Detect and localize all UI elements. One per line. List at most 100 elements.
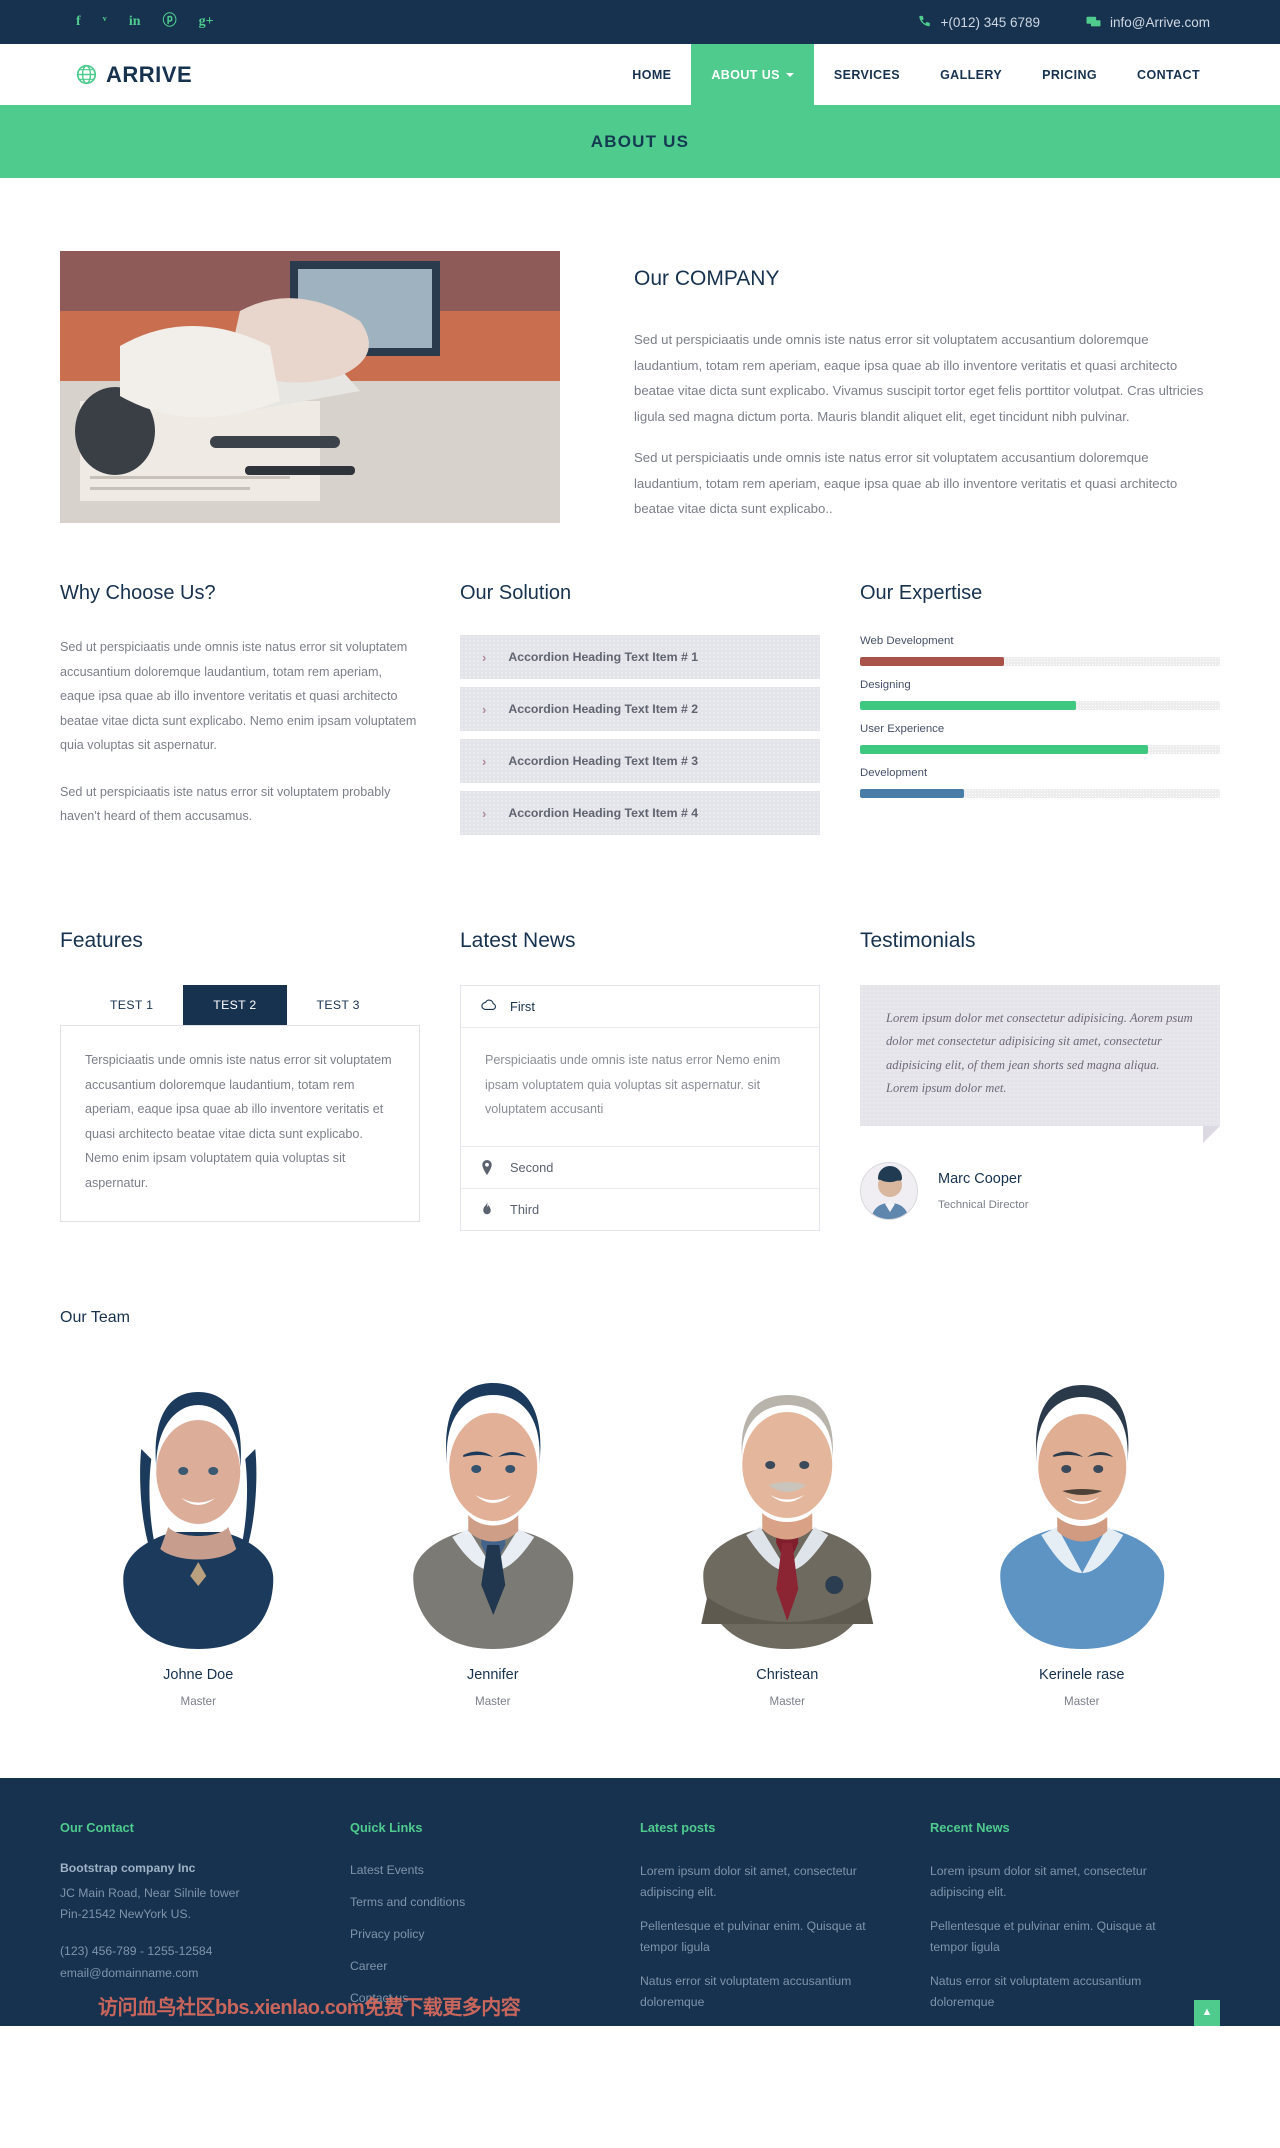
top-bar: f ᵛ in ⓟ g+ +(012) 345 6789 info@Arrive.…: [0, 0, 1280, 44]
footer-news[interactable]: Lorem ipsum dolor sit amet, consectetur …: [930, 1861, 1194, 1903]
company-title: Our COMPANY: [634, 267, 780, 290]
footer-link-privacy[interactable]: Privacy policy: [350, 1927, 425, 1941]
nav-item-services[interactable]: SERVICES: [814, 44, 920, 105]
footer-latest-posts-column: Latest posts Lorem ipsum dolor sit amet,…: [640, 1820, 930, 2026]
facebook-icon[interactable]: f: [76, 15, 81, 29]
why-choose-us-title: Why Choose Us?: [60, 582, 216, 605]
team-member-photo: [354, 1366, 631, 1649]
page-title-banner: ABOUT US: [0, 105, 1280, 178]
team-member-photo: [60, 1366, 337, 1649]
author-name: Marc Cooper: [938, 1171, 1022, 1188]
tab-test-1[interactable]: TEST 1: [80, 985, 183, 1025]
footer-link-career[interactable]: Career: [350, 1959, 387, 1973]
skill-development: Development: [860, 767, 1220, 799]
testimonial-quote: Lorem ipsum dolor met consectetur adipis…: [860, 984, 1220, 1144]
news-accordion: First Perspiciaatis unde omnis iste natu…: [460, 984, 820, 1231]
footer-post[interactable]: Natus error sit voluptatem accusantium d…: [640, 1971, 904, 2013]
tab-test-3[interactable]: TEST 3: [287, 985, 390, 1025]
list-item: Terms and conditions: [350, 1893, 614, 1911]
list-item: Career: [350, 1957, 614, 1975]
nav-item-about-us[interactable]: ABOUT US: [691, 44, 814, 105]
nav-label: CONTACT: [1137, 67, 1200, 82]
accordion-label: Accordion Heading Text Item # 2: [508, 702, 699, 717]
nav-item-contact[interactable]: CONTACT: [1117, 44, 1220, 105]
company-paragraph-1: Sed ut perspiciaatis unde omnis iste nat…: [634, 332, 1204, 425]
footer-quick-links-title: Quick Links: [350, 1819, 423, 1835]
footer-latest-posts-title: Latest posts: [640, 1819, 716, 1835]
watermark-text: 访问血鸟社区bbs.xienlao.com免费下载更多内容: [98, 1996, 521, 2019]
nav-item-home[interactable]: HOME: [612, 44, 691, 105]
top-phone[interactable]: +(012) 345 6789: [917, 15, 1040, 30]
news-label: Second: [510, 1159, 554, 1175]
progress-fill: [860, 701, 1076, 711]
skill-label: Development: [860, 767, 928, 780]
skill-label: Web Development: [860, 635, 954, 648]
quote-tail: [1203, 1126, 1220, 1144]
team-member-name: Johne Doe: [163, 1666, 234, 1683]
accordion-label: Accordion Heading Text Item # 3: [508, 754, 699, 769]
why-choose-us-column: Why Choose Us? Sed ut perspiciaatis unde…: [60, 582, 420, 851]
features-title: Features: [60, 928, 143, 952]
company-paragraph-2: Sed ut perspiciaatis unde omnis iste nat…: [634, 449, 1178, 517]
our-solution-title: Our Solution: [460, 582, 572, 605]
company-section: Our COMPANY Sed ut perspiciaatis unde om…: [0, 178, 1280, 537]
googleplus-icon[interactable]: g+: [199, 15, 214, 29]
author-role: Technical Director: [938, 1199, 1029, 1212]
accordion-label: Accordion Heading Text Item # 4: [508, 806, 699, 821]
team-title: Our Team: [60, 1308, 130, 1326]
team-member-name: Jennifer: [466, 1666, 519, 1683]
news-header-first[interactable]: First: [461, 986, 819, 1028]
accordion-item-2[interactable]: › Accordion Heading Text Item # 2: [460, 687, 820, 732]
team-member: Johne Doe Master: [60, 1366, 337, 1708]
progress-track: [860, 657, 1220, 667]
brand-logo[interactable]: ARRIVE: [60, 44, 192, 105]
latest-news-column: Latest News First Perspiciaatis unde omn…: [460, 929, 820, 1231]
team-section: Our Team Johne Doe Master Jennifer Maste…: [60, 1231, 1220, 1778]
features-column: Features TEST 1 TEST 2 TEST 3 Terspiciaa…: [60, 929, 420, 1231]
globe-icon: [76, 64, 97, 85]
footer-post[interactable]: Pellentesque et pulvinar enim. Quisque a…: [640, 1916, 904, 1958]
footer-post[interactable]: Lorem ipsum dolor sit amet, consectetur …: [640, 1861, 904, 1903]
phone-icon: [917, 15, 932, 29]
testimonials-column: Testimonials Lorem ipsum dolor met conse…: [860, 929, 1220, 1231]
team-member-role: Master: [1064, 1694, 1100, 1708]
nav-item-pricing[interactable]: PRICING: [1022, 44, 1117, 105]
team-member-role: Master: [180, 1694, 216, 1708]
team-member-photo: [649, 1366, 926, 1649]
footer-link-latest-events[interactable]: Latest Events: [350, 1863, 424, 1877]
fire-icon: [481, 1202, 496, 1216]
news-label: Third: [510, 1201, 540, 1217]
news-body-first: Perspiciaatis unde omnis iste natus erro…: [461, 1028, 819, 1147]
nav-item-gallery[interactable]: GALLERY: [920, 44, 1022, 105]
chevron-right-icon: ›: [482, 753, 487, 769]
chevron-down-icon: [785, 72, 794, 77]
top-email[interactable]: info@Arrive.com: [1086, 15, 1210, 30]
pinterest-icon[interactable]: ⓟ: [163, 15, 177, 29]
list-item: Privacy policy: [350, 1925, 614, 1943]
accordion-item-1[interactable]: › Accordion Heading Text Item # 1: [460, 635, 820, 680]
team-member-name: Kerinele rase: [1039, 1666, 1125, 1683]
chevron-right-icon: ›: [482, 701, 487, 717]
news-header-third[interactable]: Third: [461, 1189, 819, 1230]
nav-label: ABOUT US: [711, 67, 780, 82]
testimonial-text: Lorem ipsum dolor met consectetur adipis…: [886, 1010, 1193, 1095]
footer-email[interactable]: email@domainname.com: [60, 1963, 324, 1984]
footer-news[interactable]: Pellentesque et pulvinar enim. Quisque a…: [930, 1916, 1194, 1958]
footer-contact-title: Our Contact: [60, 1819, 134, 1835]
brand-name: ARRIVE: [106, 61, 193, 87]
team-member-role: Master: [475, 1694, 511, 1708]
news-header-second[interactable]: Second: [461, 1147, 819, 1189]
footer-recent-news-title: Recent News: [930, 1819, 1010, 1835]
linkedin-icon[interactable]: in: [129, 15, 141, 29]
footer-recent-news-column: Recent News Lorem ipsum dolor sit amet, …: [930, 1820, 1220, 2026]
footer-news[interactable]: Natus error sit voluptatem accusantium d…: [930, 1971, 1194, 2013]
footer-link-terms[interactable]: Terms and conditions: [350, 1895, 465, 1909]
accordion-item-3[interactable]: › Accordion Heading Text Item # 3: [460, 739, 820, 784]
twitter-icon[interactable]: ᵛ: [103, 15, 107, 29]
progress-track: [860, 745, 1220, 755]
testimonial-author: Marc Cooper Technical Director: [860, 1162, 1220, 1221]
progress-track: [860, 701, 1220, 711]
tab-test-2[interactable]: TEST 2: [183, 984, 287, 1025]
scroll-to-top-button[interactable]: ▲: [1194, 1999, 1220, 2026]
accordion-item-4[interactable]: › Accordion Heading Text Item # 4: [460, 791, 820, 836]
